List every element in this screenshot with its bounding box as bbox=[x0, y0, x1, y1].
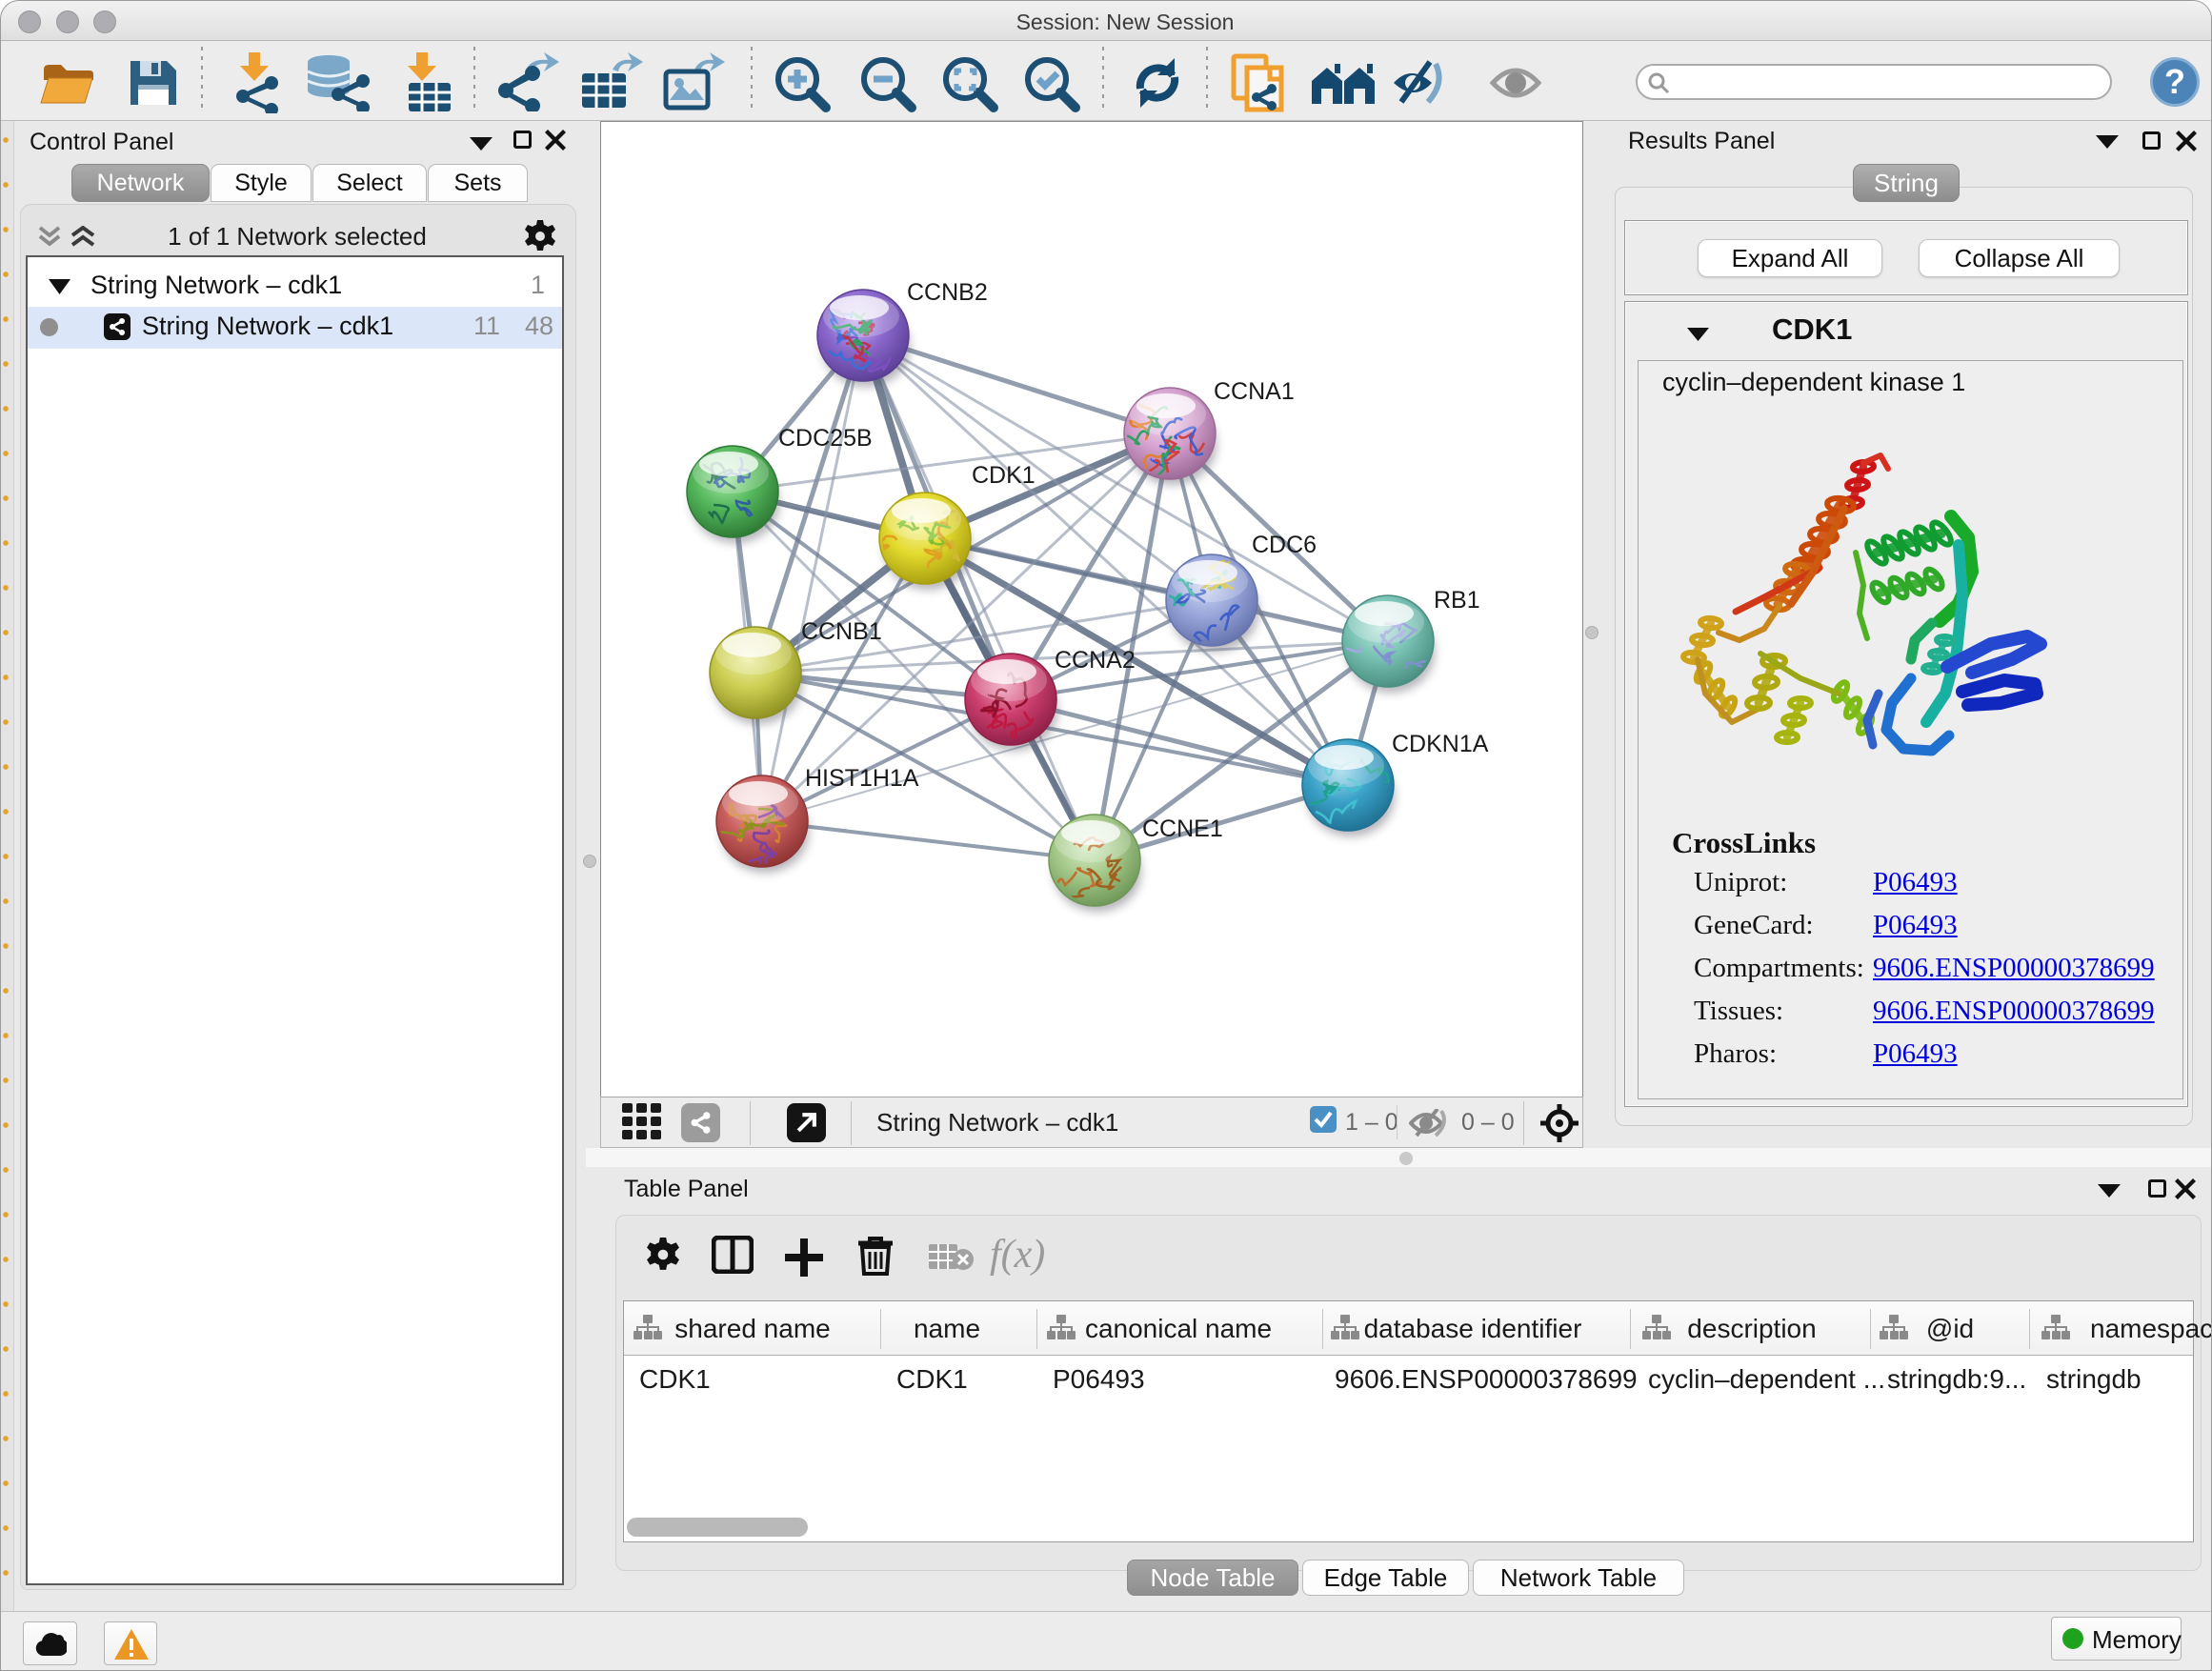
svg-text:CCNA2: CCNA2 bbox=[1055, 647, 1136, 674]
svg-text:CDKN1A: CDKN1A bbox=[1392, 731, 1489, 757]
svg-text:CDC6: CDC6 bbox=[1252, 532, 1317, 558]
svg-text:CCNE1: CCNE1 bbox=[1142, 815, 1223, 842]
svg-text:HIST1H1A: HIST1H1A bbox=[805, 765, 919, 792]
svg-text:CDC25B: CDC25B bbox=[778, 425, 873, 452]
svg-text:CCNB2: CCNB2 bbox=[907, 279, 988, 306]
svg-text:RB1: RB1 bbox=[1434, 587, 1480, 614]
svg-text:CDK1: CDK1 bbox=[972, 462, 1036, 489]
svg-text:CCNB1: CCNB1 bbox=[801, 618, 882, 645]
svg-text:CCNA1: CCNA1 bbox=[1214, 378, 1295, 405]
